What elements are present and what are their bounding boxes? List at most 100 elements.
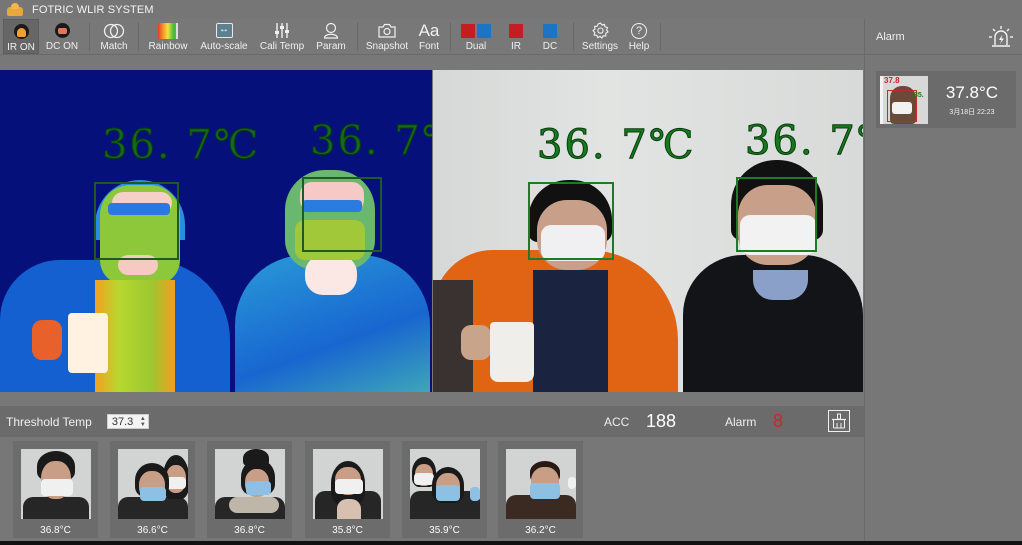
dc-temp-overlay-1: 36. 7℃ xyxy=(537,122,696,169)
snapshot-card[interactable]: 35.8°C xyxy=(305,441,390,538)
clear-button[interactable] xyxy=(828,410,850,432)
dual-view-icon xyxy=(461,22,491,39)
match-label: Match xyxy=(100,41,128,52)
threshold-temp-spinbox[interactable]: 37.3 ▲ ▼ xyxy=(106,414,149,429)
sliders-icon xyxy=(274,22,290,39)
alarm-thumbnail: 37.8 35. xyxy=(880,75,928,124)
snapshot-image xyxy=(313,449,383,519)
ir-face-box-1 xyxy=(94,182,179,260)
snapshot-image xyxy=(118,449,188,519)
ir-face-box-2 xyxy=(302,177,382,252)
toolbar-divider xyxy=(660,22,661,51)
alarm-panel-title: Alarm xyxy=(876,30,905,43)
ir-video-pane[interactable]: 36. 7℃ 36. 7℃ xyxy=(0,70,432,392)
snapshot-temp: 35.9°C xyxy=(429,525,460,536)
person-icon xyxy=(323,22,339,39)
dual-view-button[interactable]: Dual xyxy=(455,19,497,54)
dc-video-pane[interactable]: 36. 7℃ 36. 7℃ xyxy=(433,70,863,392)
cali-temp-label: Cali Temp xyxy=(259,41,305,52)
match-button[interactable]: Match xyxy=(94,19,134,54)
snapshot-card[interactable]: 36.8°C xyxy=(13,441,98,538)
app-logo-icon xyxy=(6,2,24,17)
alarm-entry[interactable]: 37.8 35. 37.8°C 3月18日 22:23 xyxy=(876,71,1016,128)
rainbow-label: Rainbow xyxy=(148,41,188,52)
rainbow-button[interactable]: Rainbow xyxy=(143,19,193,54)
app-title: FOTRIC WLIR SYSTEM xyxy=(32,3,154,16)
title-bar: FOTRIC WLIR SYSTEM xyxy=(0,0,1022,19)
dc-face-box-1 xyxy=(528,182,614,260)
ir-view-button[interactable]: IR xyxy=(497,19,535,54)
dc-temp-overlay-2: 36. 7℃ xyxy=(745,118,863,165)
snapshot-card[interactable]: 36.2°C xyxy=(498,441,583,538)
dc-view-button[interactable]: DC xyxy=(535,19,565,54)
acc-count: 188 xyxy=(646,411,677,431)
ir-view-icon xyxy=(509,22,523,39)
dual-label: Dual xyxy=(465,41,487,52)
snapshot-strip: 36.8°C 36.6°C 36.8°C 35.8°C 35.9°C 36.2°… xyxy=(0,437,864,545)
help-label: Help xyxy=(628,41,650,52)
status-bar: Threshold Temp 37.3 ▲ ▼ ACC 188 Alarm 8 xyxy=(0,406,864,437)
settings-button[interactable]: Settings xyxy=(578,19,622,54)
auto-scale-icon: ↔ xyxy=(215,23,233,38)
snapshot-label: Snapshot xyxy=(365,41,409,52)
spin-arrows-icon[interactable]: ▲ ▼ xyxy=(140,415,146,428)
ir-camera-icon xyxy=(13,24,29,39)
settings-label: Settings xyxy=(581,41,619,52)
snapshot-temp: 36.8°C xyxy=(234,525,265,536)
acc-label: ACC xyxy=(604,414,630,429)
dc-label: DC xyxy=(542,41,558,52)
toolbar-divider xyxy=(357,22,358,51)
snapshot-image xyxy=(215,449,285,519)
auto-scale-label: Auto-scale xyxy=(200,41,248,52)
toolbar-divider xyxy=(89,22,90,51)
alarm-panel-header: Alarm xyxy=(865,19,1022,55)
snapshot-temp: 36.6°C xyxy=(137,525,168,536)
font-button[interactable]: Aa Font xyxy=(412,19,446,54)
toolbar-divider xyxy=(573,22,574,51)
dc-camera-icon xyxy=(54,23,70,38)
ir-temp-overlay-1: 36. 7℃ xyxy=(102,122,261,169)
alarm-panel: Alarm 37.8 35. 37.8°C 3月18日 22:23 xyxy=(864,19,1022,545)
param-button[interactable]: Param xyxy=(309,19,353,54)
gear-icon xyxy=(591,22,609,39)
alarm-entry-time: 3月18日 22:23 xyxy=(949,108,995,116)
broom-icon xyxy=(832,413,846,429)
dc-on-button[interactable]: DC ON xyxy=(39,19,85,54)
ir-temp-overlay-2: 36. 7℃ xyxy=(310,118,432,165)
snapshot-temp: 36.2°C xyxy=(525,525,556,536)
ir-label: IR xyxy=(511,41,521,52)
font-label: Font xyxy=(418,41,439,52)
dc-on-label: DC ON xyxy=(45,41,79,52)
help-icon: ? xyxy=(631,22,647,39)
alarm-entry-temp: 37.8°C xyxy=(945,82,999,102)
toolbar-divider xyxy=(138,22,139,51)
toolbar-divider xyxy=(450,22,451,51)
snapshot-image xyxy=(410,449,480,519)
dc-view-icon xyxy=(543,22,557,39)
snapshot-temp: 35.8°C xyxy=(332,525,363,536)
threshold-temp-label: Threshold Temp xyxy=(6,414,92,429)
alarm-thumb-temp-red: 37.8 xyxy=(884,75,900,85)
alarm-siren-icon[interactable] xyxy=(988,25,1014,49)
snapshot-card[interactable]: 35.9°C xyxy=(402,441,487,538)
help-button[interactable]: ? Help xyxy=(622,19,656,54)
font-icon: Aa xyxy=(418,21,440,40)
cali-temp-button[interactable]: Cali Temp xyxy=(255,19,309,54)
snapshot-card[interactable]: 36.6°C xyxy=(110,441,195,538)
auto-scale-button[interactable]: ↔ Auto-scale xyxy=(193,19,255,54)
palette-icon xyxy=(158,22,178,39)
window-bottom-edge xyxy=(0,541,1022,545)
video-area: 36. 7℃ 36. 7℃ 36. 7℃ 36. 7℃ xyxy=(0,70,864,392)
camera-icon xyxy=(378,22,396,39)
ir-on-button[interactable]: IR ON xyxy=(3,19,39,54)
match-icon xyxy=(103,22,125,39)
alarm-count: 8 xyxy=(773,411,784,431)
ir-on-label: IR ON xyxy=(7,42,35,53)
snapshot-card[interactable]: 36.8°C xyxy=(207,441,292,538)
alarm-thumb-temp-green: 35. xyxy=(914,91,924,99)
snapshot-image xyxy=(21,449,91,519)
snapshot-button[interactable]: Snapshot xyxy=(362,19,412,54)
dc-face-box-2 xyxy=(736,177,817,252)
alarm-label: Alarm xyxy=(725,414,757,429)
threshold-temp-value: 37.3 xyxy=(111,415,134,428)
